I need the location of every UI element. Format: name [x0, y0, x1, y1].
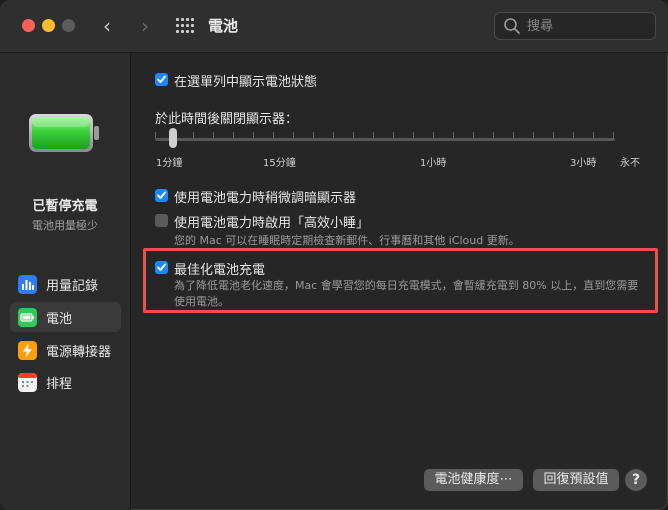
dim-display-checkbox[interactable] — [155, 189, 168, 202]
slider-tick — [353, 132, 354, 138]
optimize-charging-checkbox[interactable] — [155, 261, 168, 274]
battery-status-subtitle: 電池用量極少 — [32, 219, 98, 232]
checkmark-icon — [157, 263, 166, 271]
sidebar-item-label: 用量記錄 — [46, 279, 99, 294]
slider-tick — [513, 132, 514, 138]
window-title: 電池 — [208, 17, 239, 35]
search-field[interactable] — [494, 12, 656, 40]
slider-tick — [233, 132, 234, 138]
slider-tick — [453, 132, 454, 138]
close-window-button[interactable] — [22, 19, 35, 32]
display-off-slider-knob[interactable] — [169, 128, 177, 148]
checkmark-icon — [157, 75, 166, 83]
slider-tick — [373, 132, 374, 138]
preferences-window: ‹ › 電池 搜尋 已暫停充電 電池用量極少 用量記錄 電池 電源轉接器 排程 … — [0, 0, 668, 510]
title-bar: ‹ › 電池 — [0, 0, 668, 53]
slider-tick — [213, 132, 214, 138]
slider-tick — [533, 132, 534, 138]
show-status-checkbox[interactable] — [155, 73, 168, 86]
slider-tick — [155, 132, 156, 138]
sidebar-item-label: 電池 — [46, 312, 73, 327]
sidebar-item-label: 電源轉接器 — [46, 345, 112, 360]
restore-defaults-button[interactable]: 回復預設值 — [533, 469, 619, 491]
optimize-charging-note: 為了降低電池老化速度，Mac 會學習您的每日充電模式，會暫緩充電到 80% 以上… — [174, 279, 639, 308]
sidebar: 已暫停充電 電池用量極少 用量記錄 電池 電源轉接器 排程 — [0, 53, 131, 510]
slider-tick — [493, 132, 494, 138]
slider-label-never: 永不 — [620, 158, 640, 169]
battery-health-button[interactable]: 電池健康度⋯ — [424, 469, 523, 491]
power-nap-label: 使用電池電力時啟用「高效小睡」 — [174, 216, 370, 231]
sidebar-item-label: 排程 — [46, 377, 73, 392]
slider-tick — [413, 132, 414, 138]
slider-tick — [473, 132, 474, 138]
back-button[interactable]: ‹ — [96, 14, 118, 38]
show-status-label: 在選單列中顯示電池狀態 — [174, 75, 318, 90]
display-off-slider-track[interactable] — [155, 138, 615, 141]
zoom-window-button[interactable] — [62, 19, 75, 32]
show-all-grid-icon[interactable] — [176, 18, 194, 34]
slider-tick — [313, 132, 314, 138]
calendar-icon — [18, 373, 37, 392]
slider-label-1hr: 1小時 — [420, 158, 447, 169]
battery-status-title: 已暫停充電 — [32, 199, 98, 214]
slider-tick — [433, 132, 434, 138]
chart-bars-icon — [18, 275, 37, 294]
forward-button[interactable]: › — [134, 14, 156, 38]
optimize-charging-label: 最佳化電池充電 — [174, 263, 266, 278]
search-icon — [504, 18, 520, 34]
sidebar-item-battery[interactable]: 電池 — [10, 302, 121, 332]
slider-tick — [553, 132, 554, 138]
power-nap-note: 您的 Mac 可以在睡眠時定期檢查新郵件、行事曆和其他 iCloud 更新。 — [174, 234, 520, 247]
help-button[interactable]: ? — [625, 469, 647, 491]
power-nap-checkbox[interactable] — [155, 214, 168, 227]
slider-tick — [193, 132, 194, 138]
slider-tick — [273, 132, 274, 138]
battery-large-icon — [29, 114, 99, 152]
sidebar-item-schedule[interactable]: 排程 — [10, 367, 121, 397]
sidebar-item-power-adapter[interactable]: 電源轉接器 — [10, 335, 121, 365]
slider-tick — [253, 132, 254, 138]
search-input[interactable] — [525, 16, 649, 36]
slider-tick — [613, 132, 614, 138]
battery-icon — [18, 308, 37, 327]
minimize-window-button[interactable] — [42, 19, 55, 32]
checkmark-icon — [157, 191, 166, 199]
dim-display-label: 使用電池電力時稍微調暗顯示器 — [174, 191, 357, 206]
slider-tick — [293, 132, 294, 138]
slider-tick — [593, 132, 594, 138]
display-off-label: 於此時間後關閉顯示器： — [155, 112, 299, 127]
slider-label-1min: 1分鐘 — [156, 158, 183, 169]
bolt-icon — [18, 341, 37, 360]
sidebar-item-usage-history[interactable]: 用量記錄 — [10, 269, 121, 299]
battery-settings-pane: 在選單列中顯示電池狀態 於此時間後關閉顯示器： 1分鐘 15分鐘 1小時 3小時… — [131, 53, 668, 510]
slider-label-15min: 15分鐘 — [263, 158, 296, 169]
slider-tick — [573, 132, 574, 138]
slider-label-3hr: 3小時 — [570, 158, 597, 169]
slider-tick — [333, 132, 334, 138]
slider-tick — [393, 132, 394, 138]
